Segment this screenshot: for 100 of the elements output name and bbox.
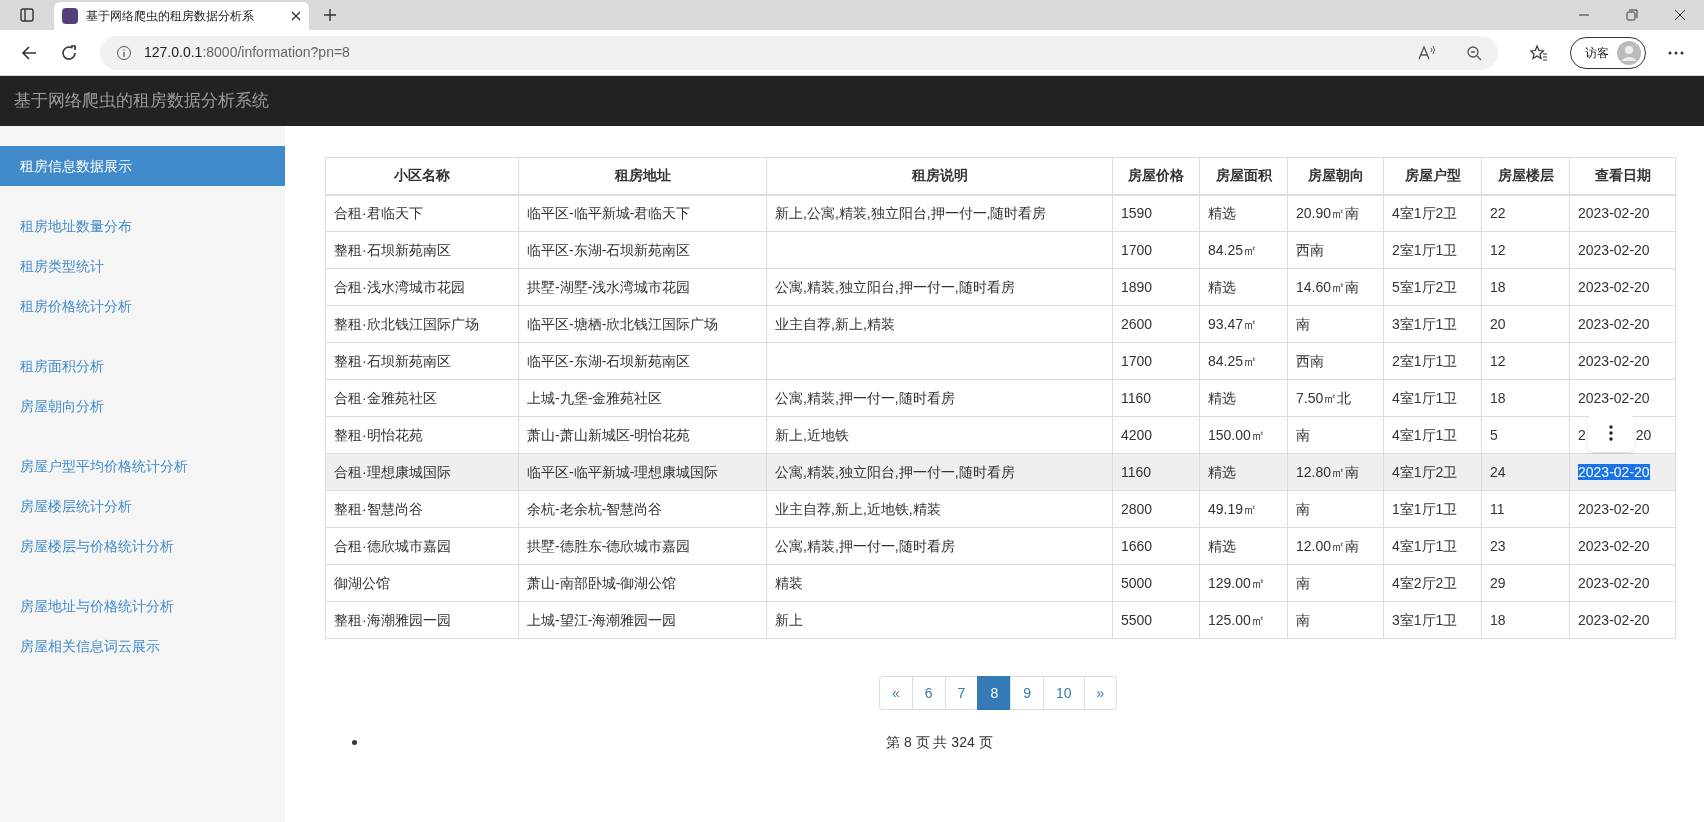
more-icon	[1608, 425, 1613, 441]
page-link[interactable]: «	[879, 676, 913, 710]
table-cell: 4室1厅1卫	[1383, 527, 1482, 565]
table-cell: 南	[1287, 490, 1384, 528]
table-cell: 精选	[1199, 268, 1288, 306]
column-header: 租房地址	[518, 157, 767, 195]
table-cell: 上城-望江-海潮雅园一园	[518, 601, 767, 639]
sidebar-item[interactable]: 房屋朝向分析	[0, 386, 285, 426]
new-tab-icon[interactable]	[323, 8, 337, 22]
page-link[interactable]: 7	[944, 676, 979, 710]
table-cell: 精装	[766, 564, 1113, 602]
table-cell: 1890	[1112, 268, 1200, 306]
sidebar-item[interactable]: 房屋户型平均价格统计分析	[0, 446, 285, 486]
table-cell: 4室1厅1卫	[1383, 379, 1482, 417]
table-cell: 18	[1481, 379, 1570, 417]
table-cell: 4200	[1112, 416, 1200, 454]
sidebar-item[interactable]: 房屋楼层统计分析	[0, 486, 285, 526]
table-cell: 临平区-塘栖-欣北钱江国际广场	[518, 305, 767, 343]
favorites-icon[interactable]	[1530, 43, 1548, 62]
tab-actions-icon[interactable]	[20, 8, 34, 22]
table-cell: 12	[1481, 342, 1570, 380]
sidebar-item[interactable]: 房屋楼层与价格统计分析	[0, 526, 285, 566]
table-cell: 精选	[1199, 453, 1288, 491]
table-cell: 公寓,精装,独立阳台,押一付一,随时看房	[766, 268, 1113, 306]
sidebar-item[interactable]: 房屋地址与价格统计分析	[0, 586, 285, 626]
table-cell: 1160	[1112, 379, 1200, 417]
table-cell: 拱墅-湖墅-浅水湾城市花园	[518, 268, 767, 306]
table-cell: 2室1厅1卫	[1383, 231, 1482, 269]
table-cell: 1700	[1112, 342, 1200, 380]
selected-text: 2023-02-20	[1578, 463, 1650, 480]
reload-icon[interactable]	[60, 43, 78, 62]
table-cell: 南	[1287, 305, 1384, 343]
back-icon[interactable]	[20, 43, 38, 62]
table-cell: 14.60㎡南	[1287, 268, 1384, 306]
table-cell: 24	[1481, 453, 1570, 491]
table-cell: 5室1厅2卫	[1383, 268, 1482, 306]
table-cell: 2023-02-20	[1578, 204, 1650, 221]
table-cell: 2023-02-20	[1578, 537, 1650, 554]
table-cell: 3室1厅1卫	[1383, 601, 1482, 639]
table-cell: 公寓,精装,押一付一,随时看房	[766, 527, 1113, 565]
sidebar-item[interactable]: 租房信息数据展示	[0, 146, 285, 186]
table-cell: 上城-九堡-金雅苑社区	[518, 379, 767, 417]
page-link[interactable]: 10	[1043, 676, 1085, 710]
table-cell: 公寓,精装,独立阳台,押一付一,随时看房	[766, 453, 1113, 491]
sidebar-item[interactable]: 租房地址数量分布	[0, 206, 285, 246]
sidebar-item[interactable]: 租房类型统计	[0, 246, 285, 286]
browser-tab[interactable]: 基于网络爬虫的租房数据分析系	[54, 2, 309, 30]
close-icon[interactable]	[1674, 9, 1686, 21]
column-header: 房屋朝向	[1287, 157, 1384, 195]
table-cell: 萧山-萧山新城区-明怡花苑	[518, 416, 767, 454]
table-cell: 临平区-临平新城-君临天下	[518, 194, 767, 232]
table-cell: 18	[1481, 601, 1570, 639]
sidebar-item[interactable]: 房屋相关信息词云展示	[0, 626, 285, 666]
table-cell: 4室2厅2卫	[1383, 564, 1482, 602]
table-cell: 合租·德欣城市嘉园	[325, 527, 519, 565]
table-cell: 4室1厅1卫	[1383, 416, 1482, 454]
column-header: 房屋楼层	[1481, 157, 1570, 195]
restore-icon[interactable]	[1626, 9, 1638, 21]
sidebar-item[interactable]: 租房面积分析	[0, 346, 285, 386]
table-cell: 临平区-东湖-石坝新苑南区	[518, 231, 767, 269]
address-bar[interactable]: 127.0.0.1:8000/information?pn=8	[100, 35, 1498, 70]
page-link[interactable]: 8	[977, 676, 1012, 710]
table-cell: 2023-02-20	[1578, 278, 1650, 295]
table-cell: 2室1厅1卫	[1383, 342, 1482, 380]
sidebar-item[interactable]: 租房价格统计分析	[0, 286, 285, 326]
page-link[interactable]: 9	[1010, 676, 1044, 710]
site-icon	[62, 8, 78, 24]
table-cell: 129.00㎡	[1199, 564, 1288, 602]
table-cell: 业主自荐,新上,精装	[766, 305, 1113, 343]
table-cell: 49.19㎡	[1199, 490, 1288, 528]
table-cell: 1160	[1112, 453, 1200, 491]
page-link[interactable]: 6	[911, 676, 946, 710]
more-icon[interactable]	[1668, 50, 1684, 55]
table-cell: 2023-02-20	[1578, 611, 1650, 628]
table-cell: 拱墅-德胜东-德欣城市嘉园	[518, 527, 767, 565]
table-cell: 2023-02-20	[1578, 315, 1650, 332]
table-cell: 新上	[766, 601, 1113, 639]
table-cell: 5500	[1112, 601, 1200, 639]
close-icon[interactable]	[291, 11, 301, 21]
zoom-icon[interactable]	[1466, 44, 1482, 61]
table-cell: 余杭-老余杭-智慧尚谷	[518, 490, 767, 528]
table-cell: 新上,公寓,精装,独立阳台,押一付一,随时看房	[766, 194, 1113, 232]
table-cell: 20.90㎡南	[1287, 194, 1384, 232]
table-cell: 93.47㎡	[1199, 305, 1288, 343]
table-cell: 南	[1287, 416, 1384, 454]
info-icon[interactable]	[116, 44, 132, 61]
read-aloud-icon[interactable]	[1418, 44, 1436, 61]
table-cell: 29	[1481, 564, 1570, 602]
page-info: 第 8 页 共 324 页	[886, 733, 993, 752]
table-cell: 20	[1481, 305, 1570, 343]
page-link[interactable]: »	[1083, 676, 1118, 710]
table-cell: 1660	[1112, 527, 1200, 565]
table-cell: 125.00㎡	[1199, 601, 1288, 639]
table-cell: 南	[1287, 564, 1384, 602]
brand-title[interactable]: 基于网络爬虫的租房数据分析系统	[14, 88, 269, 114]
table-cell: 12	[1481, 231, 1570, 269]
table-cell: 萧山-南部卧城-御湖公馆	[518, 564, 767, 602]
table-cell: 12.80㎡南	[1287, 453, 1384, 491]
url-text: 127.0.0.1:8000/information?pn=8	[144, 43, 350, 62]
table-cell: 精选	[1199, 194, 1288, 232]
